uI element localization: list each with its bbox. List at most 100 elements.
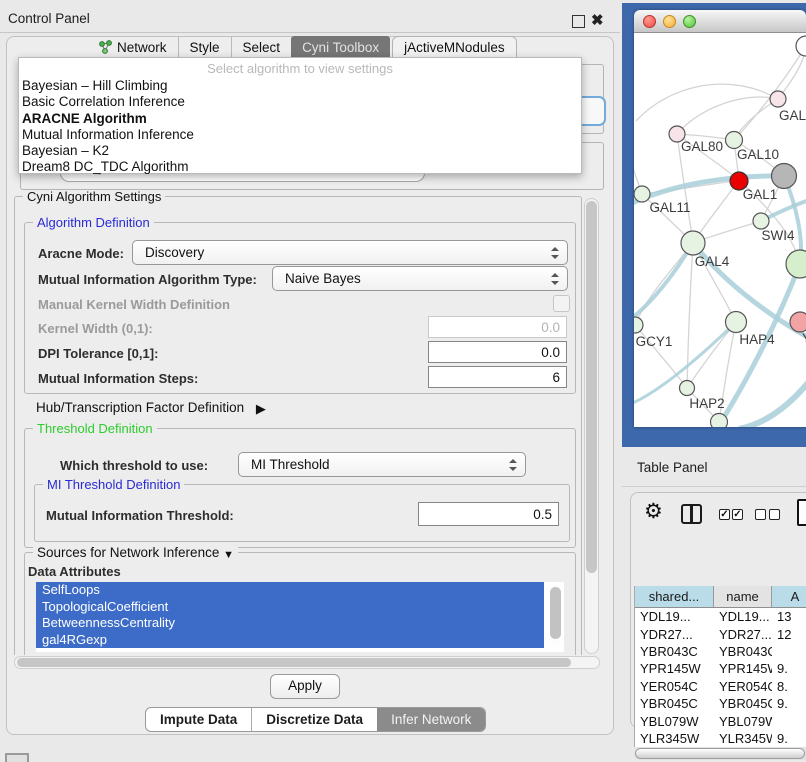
table-cell: 8. <box>772 679 806 694</box>
data-attribute-item-selected[interactable]: BetweennessCentrality <box>36 615 544 632</box>
table-row[interactable]: YER054CYER054C8. <box>635 678 806 695</box>
network-window[interactable]: GALGAL80GAL10GAL1GAL11SWI4GAL4GCY1HAP4YH… <box>634 10 806 427</box>
table-horizontal-scrollbar[interactable] <box>634 747 806 760</box>
network-node[interactable] <box>772 164 797 189</box>
apply-button[interactable]: Apply <box>270 674 340 699</box>
table-row[interactable]: YBR045CYBR045C9. <box>635 695 806 712</box>
network-edge[interactable] <box>687 322 736 388</box>
document-icon[interactable] <box>797 499 806 526</box>
show-columns-icon[interactable]: ✓ ✓ <box>719 509 743 520</box>
table-cell: 12 <box>772 627 806 642</box>
zoom-window-icon[interactable] <box>683 15 696 28</box>
algorithm-option[interactable]: Bayesian – Hill Climbing <box>19 78 581 94</box>
network-node-hap4[interactable] <box>726 312 747 333</box>
table-row[interactable]: YBL079WYBL079W <box>635 712 806 729</box>
minimize-window-icon[interactable] <box>663 15 676 28</box>
table-row[interactable]: YPR145WYPR145W9. <box>635 660 806 677</box>
table-cell: YDR27... <box>635 627 714 642</box>
float-panel-icon[interactable] <box>572 15 585 28</box>
mi-threshold-field[interactable]: 0.5 <box>418 502 559 526</box>
hub-definition-toggle[interactable]: Hub/Transcription Factor Definition ▶ <box>36 400 266 416</box>
network-edge[interactable] <box>677 97 778 134</box>
tab-jactivemnodules[interactable]: jActiveMNodules <box>392 36 517 58</box>
dpi-tolerance-field[interactable]: 0.0 <box>428 341 567 363</box>
tab-select[interactable]: Select <box>231 36 292 58</box>
network-node-y[interactable] <box>790 312 806 332</box>
node-label: HAP4 <box>739 332 775 347</box>
network-node-gal11[interactable] <box>634 186 650 202</box>
network-node-gal10[interactable] <box>726 132 743 149</box>
threshold-definition-title: Threshold Definition <box>33 421 157 436</box>
network-node-gal[interactable] <box>770 91 786 107</box>
algorithm-option[interactable]: ARACNE Algorithm <box>19 111 581 127</box>
network-window-titlebar[interactable] <box>634 10 806 33</box>
minimized-panel-icon[interactable] <box>5 753 29 762</box>
gear-icon[interactable]: ⚙ <box>644 501 663 522</box>
tab-cyni-toolbox[interactable]: Cyni Toolbox <box>291 36 390 58</box>
table-cell: YDR27... <box>714 627 772 642</box>
network-node-gal4[interactable] <box>681 231 705 255</box>
aracne-mode-combo[interactable]: Discovery <box>132 240 568 265</box>
algorithm-option[interactable]: Mutual Information Inference <box>19 127 581 143</box>
table-row[interactable]: YBR043CYBR043C <box>635 643 806 660</box>
tab-network[interactable]: Network <box>88 36 178 58</box>
list-scrollbar-thumb[interactable] <box>550 587 561 639</box>
settings-hscroll-thumb[interactable] <box>17 658 571 667</box>
node-label: GAL10 <box>737 147 779 162</box>
table-cell: YLR345W <box>635 731 714 746</box>
table-row[interactable]: YLR345WYLR345W9. <box>635 730 806 747</box>
split-view-icon[interactable] <box>681 504 702 524</box>
network-node[interactable] <box>711 414 728 428</box>
settings-horizontal-scrollbar[interactable] <box>14 656 600 669</box>
network-node[interactable] <box>786 250 806 278</box>
tab-style[interactable]: Style <box>178 36 231 58</box>
data-attributes-list[interactable]: SelfLoopsTopologicalCoefficientBetweenne… <box>36 582 564 652</box>
network-graph-icon <box>99 40 112 54</box>
column-header[interactable]: shared... <box>635 586 714 607</box>
close-panel-icon[interactable]: ✖ <box>591 11 604 29</box>
algorithm-option[interactable]: Basic Correlation Inference <box>19 94 581 110</box>
algorithm-option[interactable]: Bayesian – K2 <box>19 143 581 159</box>
column-header[interactable]: name <box>714 586 772 607</box>
network-node-swi4[interactable] <box>753 213 769 229</box>
algorithm-dropdown-popup: Select algorithm to view settings Bayesi… <box>18 57 582 174</box>
list-scrollbar[interactable] <box>550 585 561 647</box>
data-attribute-item-selected[interactable]: gal4RGexp <box>36 632 544 649</box>
network-node-hap2[interactable] <box>680 381 695 396</box>
network-node-gcy1[interactable] <box>634 317 643 333</box>
table-cell: YPR145W <box>635 661 714 676</box>
data-attribute-item-selected[interactable]: SelfLoops <box>36 582 544 599</box>
mi-type-combo[interactable]: Naive Bayes <box>272 266 568 291</box>
table-hscroll-thumb[interactable] <box>635 748 805 759</box>
desktop-background: GALGAL80GAL10GAL1GAL11SWI4GAL4GCY1HAP4YH… <box>622 3 806 447</box>
manual-kernel-checkbox[interactable] <box>553 295 570 312</box>
tab-label: Style <box>190 40 220 55</box>
settings-vscroll-thumb[interactable] <box>586 201 597 573</box>
data-attribute-item-selected[interactable]: TopologicalCoefficient <box>36 599 544 616</box>
node-table[interactable]: shared...nameA YDL19...YDL19...13YDR27..… <box>634 586 806 747</box>
bottom-tab-discretize-data[interactable]: Discretize Data <box>251 708 377 731</box>
network-canvas[interactable]: GALGAL80GAL10GAL1GAL11SWI4GAL4GCY1HAP4YH… <box>634 33 806 427</box>
aracne-mode-label: Aracne Mode: <box>38 246 124 261</box>
bottom-tab-infer-network[interactable]: Infer Network <box>377 708 485 731</box>
hide-columns-icon[interactable] <box>755 509 780 520</box>
network-node[interactable] <box>796 36 806 56</box>
network-edge[interactable] <box>739 378 806 427</box>
stepper-icon <box>551 273 558 285</box>
column-header[interactable]: A <box>772 586 806 607</box>
table-panel-region: Table Panel ⚙ ✓ ✓ shared...nameA YDL19..… <box>622 447 806 762</box>
table-cell: YER054C <box>635 679 714 694</box>
mi-steps-field[interactable]: 6 <box>428 366 567 388</box>
network-edge[interactable] <box>636 84 778 121</box>
settings-vertical-scrollbar[interactable] <box>584 198 599 654</box>
algorithm-option[interactable]: Dream8 DC_TDC Algorithm <box>19 159 581 175</box>
close-window-icon[interactable] <box>643 15 656 28</box>
kernel-width-field[interactable]: 0.0 <box>428 316 567 338</box>
which-threshold-combo[interactable]: MI Threshold <box>238 452 526 477</box>
sources-group-title[interactable]: Sources for Network Inference ▼ <box>33 545 238 560</box>
settings-group-title: Cyni Algorithm Settings <box>23 189 165 204</box>
bottom-tab-impute-data[interactable]: Impute Data <box>146 708 251 731</box>
table-row[interactable]: YDR27...YDR27...12 <box>635 625 806 642</box>
table-row[interactable]: YDL19...YDL19...13 <box>635 608 806 625</box>
network-edge[interactable] <box>634 243 693 321</box>
